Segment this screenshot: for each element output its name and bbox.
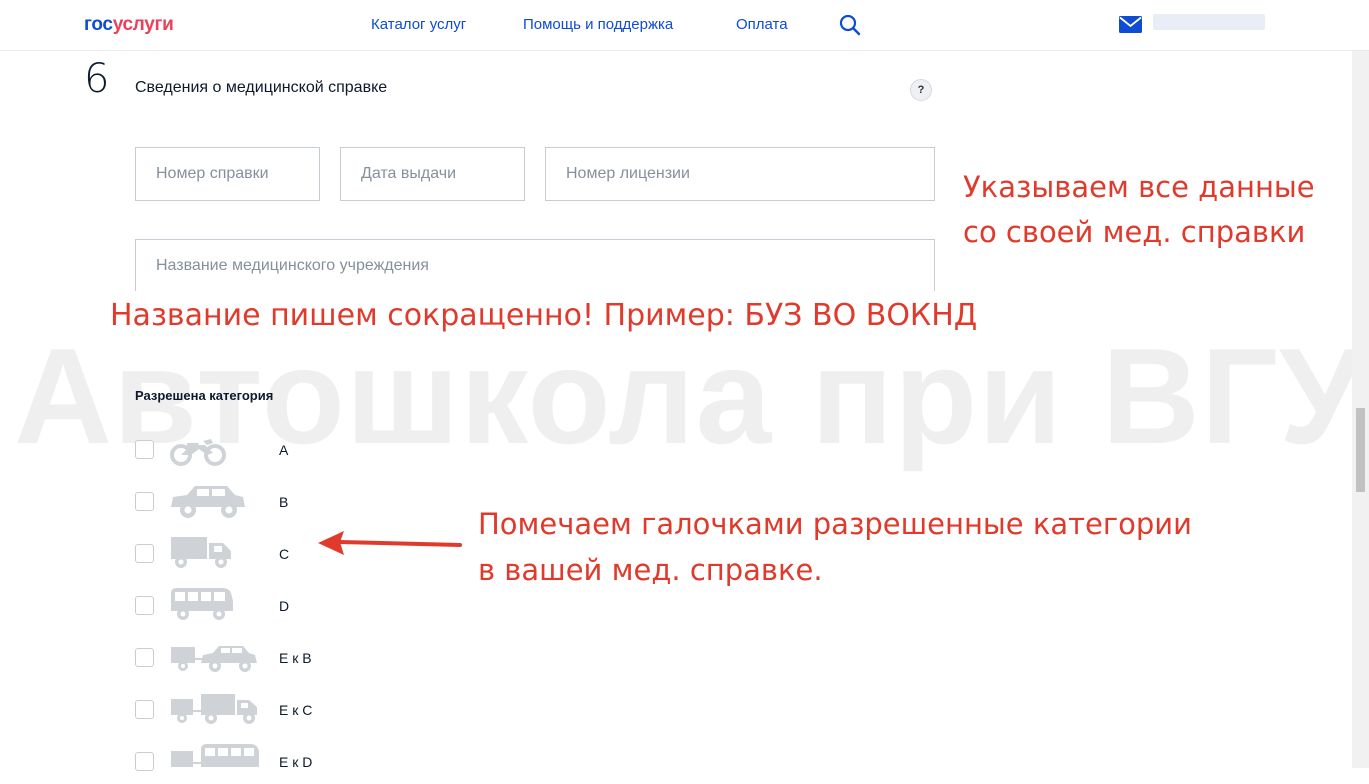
category-a-checkbox[interactable] (135, 440, 154, 459)
motorcycle-icon (169, 431, 229, 472)
annotation-categories-line1: Помечаем галочками разрешенные категории (478, 507, 1192, 541)
annotation-fill-data-line2: со своей мед. справки (963, 215, 1306, 249)
category-d-checkbox[interactable] (135, 596, 154, 615)
page-scrollbar[interactable] (1352, 0, 1369, 768)
search-icon[interactable] (838, 13, 862, 42)
category-row-e-d[interactable]: E к D (135, 744, 355, 779)
annotation-name-hint: Название пишем сокращенно! Пример: БУЗ В… (110, 298, 978, 333)
license-number-input[interactable] (564, 164, 916, 184)
car-trailer-icon (169, 639, 259, 680)
category-c-checkbox[interactable] (135, 544, 154, 563)
category-c-label: C (279, 546, 290, 562)
category-e-d-checkbox[interactable] (135, 752, 154, 771)
certificate-number-field[interactable] (135, 147, 320, 201)
issue-date-input[interactable] (359, 164, 506, 184)
category-e-c-checkbox[interactable] (135, 700, 154, 719)
category-row-a[interactable]: A (135, 437, 355, 467)
help-button[interactable]: ? (910, 79, 932, 101)
nav-payment-link[interactable]: Оплата (736, 16, 788, 33)
gosuslugi-logo[interactable]: госуслуги (84, 14, 174, 36)
mail-icon[interactable] (1119, 16, 1142, 38)
nav-catalog-link[interactable]: Каталог услуг (371, 16, 466, 33)
category-row-e-b[interactable]: E к B (135, 645, 355, 675)
annotation-fill-data-line1: Указываем все данные (963, 170, 1315, 204)
category-row-d[interactable]: D (135, 588, 355, 623)
categories-title: Разрешена категория (135, 388, 274, 403)
annotation-categories-line2: в вашей мед. справке. (478, 553, 823, 587)
section-title: Сведения о медицинской справке (135, 79, 388, 96)
step-number: 6 (84, 56, 110, 102)
category-row-b[interactable]: B (135, 486, 355, 519)
institution-name-field[interactable] (135, 239, 935, 291)
category-row-c[interactable]: C (135, 537, 355, 571)
category-e-b-label: E к B (279, 650, 312, 666)
issue-date-field[interactable] (340, 147, 525, 201)
bus-icon (169, 587, 235, 628)
category-d-label: D (279, 598, 290, 614)
category-b-label: B (279, 494, 289, 510)
category-e-c-label: E к C (279, 702, 313, 718)
truck-trailer-icon (169, 691, 261, 732)
category-row-e-c[interactable]: E к C (135, 694, 355, 727)
truck-icon (169, 535, 233, 576)
institution-name-input[interactable] (154, 255, 916, 276)
top-header: госуслуги Каталог услуг Помощь и поддерж… (0, 0, 1369, 51)
car-icon (169, 483, 249, 524)
certificate-number-input[interactable] (154, 164, 301, 184)
logo-part-gos: гос (84, 14, 113, 35)
category-a-label: A (279, 442, 289, 458)
scrollbar-thumb[interactable] (1356, 408, 1365, 492)
bus-trailer-icon (169, 743, 261, 784)
user-name-blurred[interactable] (1153, 14, 1265, 30)
logo-part-uslugi: услуги (112, 14, 174, 35)
category-b-checkbox[interactable] (135, 492, 154, 511)
category-e-b-checkbox[interactable] (135, 648, 154, 667)
nav-help-link[interactable]: Помощь и поддержка (523, 16, 673, 33)
license-number-field[interactable] (545, 147, 935, 201)
